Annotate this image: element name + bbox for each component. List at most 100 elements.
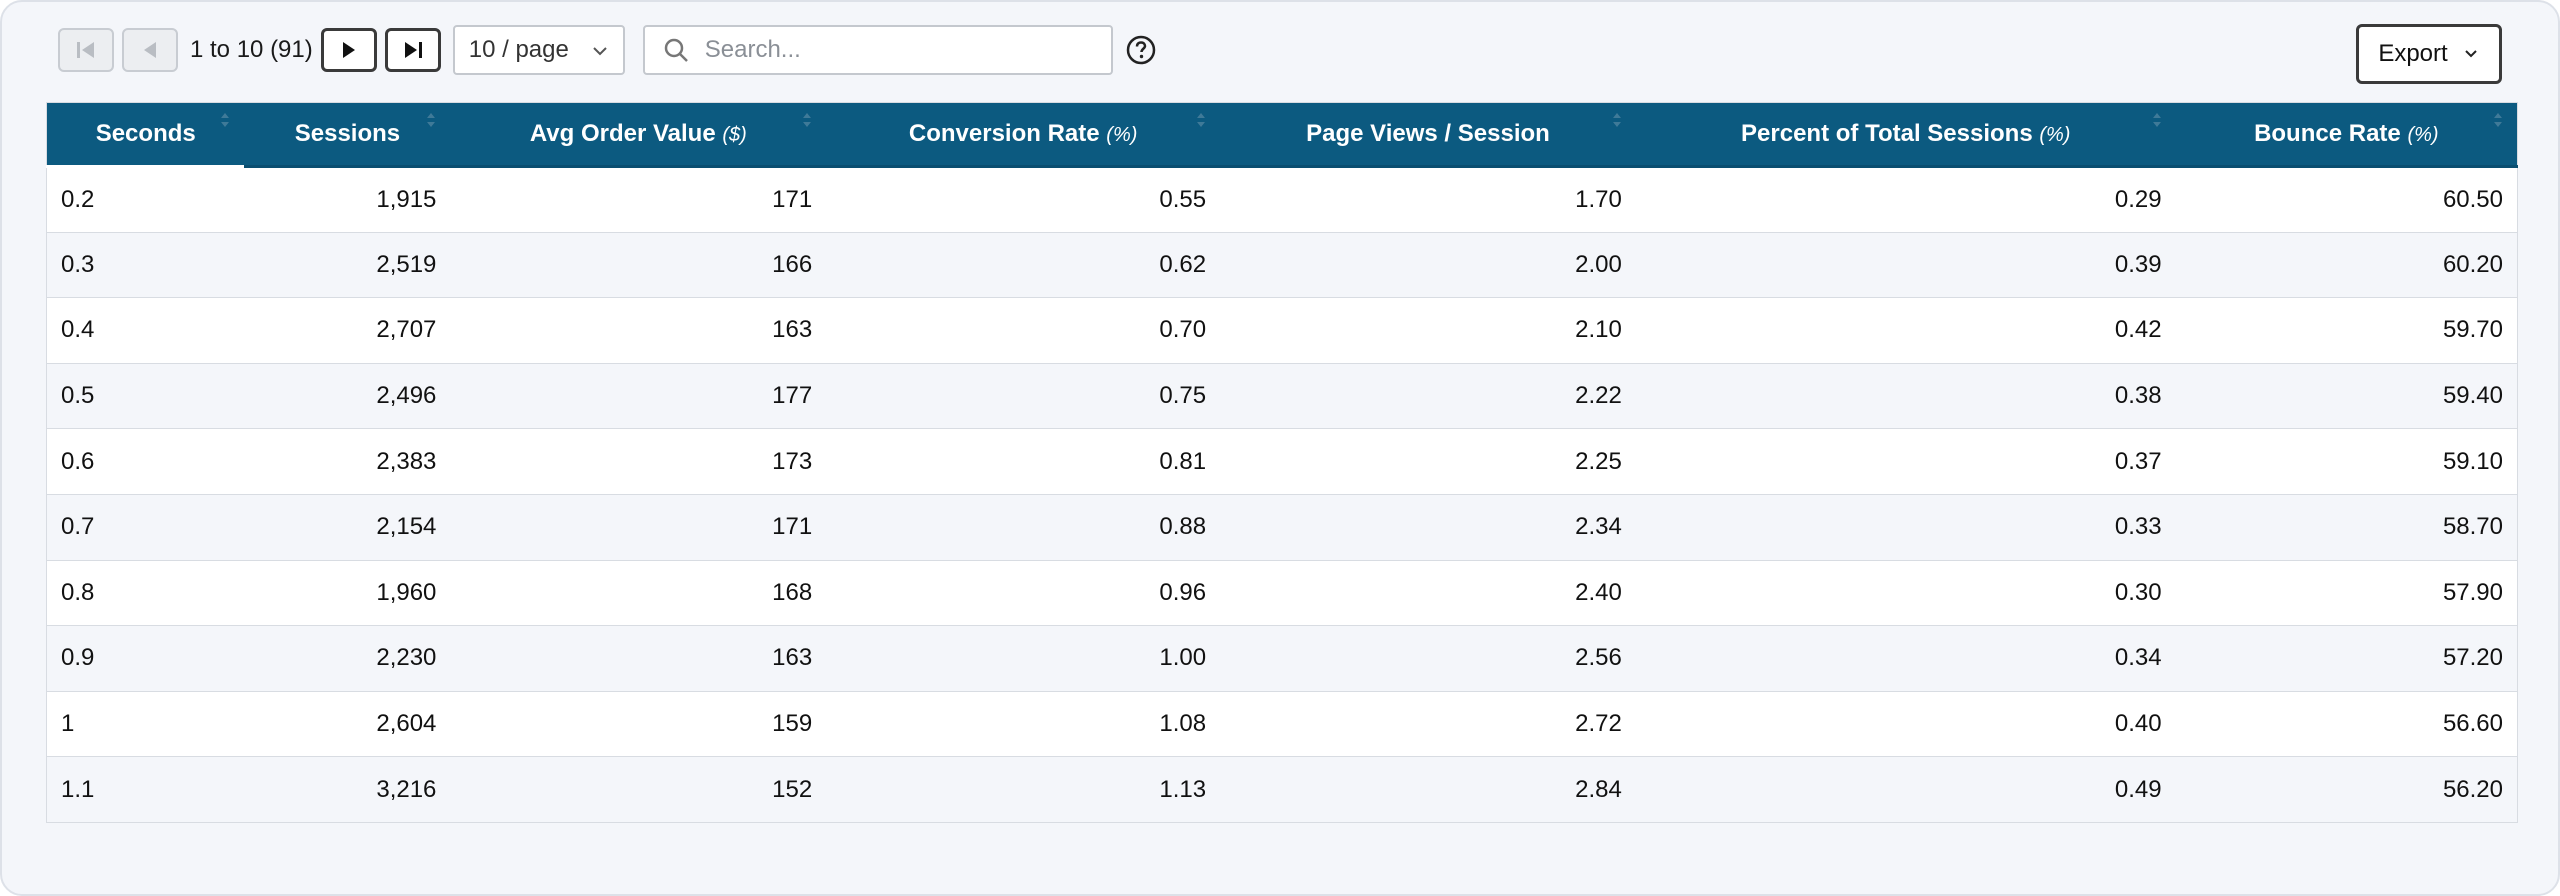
prev-page-icon (144, 42, 156, 58)
table-cell: 2.10 (1220, 297, 1636, 364)
table-cell: 0.33 (1635, 494, 2176, 561)
table-cell: 0.96 (826, 560, 1221, 627)
table-cell: 1,960 (244, 560, 451, 627)
table-cell: 0.49 (1635, 756, 2176, 823)
search-icon (664, 38, 688, 62)
table-cell: 3,216 (244, 756, 451, 823)
column-header-avg-order-value[interactable]: Avg Order Value ($) (450, 102, 827, 168)
table-cell: 60.50 (2175, 166, 2518, 233)
sort-arrows-icon[interactable] (2493, 113, 2503, 127)
table-cell: 1,915 (244, 166, 451, 233)
table-cell: 59.70 (2175, 297, 2518, 364)
table-cell: 0.39 (1635, 232, 2176, 299)
table-cell: 159 (450, 691, 827, 758)
sort-arrows-icon[interactable] (1196, 113, 1206, 127)
help-circle-icon[interactable] (1125, 34, 1157, 66)
table-row[interactable]: 0.7 2,154 171 0.88 2.34 0.33 58.70 (46, 494, 2518, 561)
table-cell: 1.08 (826, 691, 1221, 758)
table-row[interactable]: 1 2,604 159 1.08 2.72 0.40 56.60 (46, 691, 2518, 758)
table-cell: 59.40 (2175, 363, 2518, 430)
table-cell: 58.70 (2175, 494, 2518, 561)
table-cell: 2,604 (244, 691, 451, 758)
table-row[interactable]: 0.2 1,915 171 0.55 1.70 0.29 60.50 (46, 166, 2518, 233)
table-cell: 177 (450, 363, 827, 430)
table-row[interactable]: 0.9 2,230 163 1.00 2.56 0.34 57.20 (46, 625, 2518, 692)
table-cell: 2,154 (244, 494, 451, 561)
last-page-button[interactable] (384, 28, 441, 72)
table-cell: 1.13 (826, 756, 1221, 823)
table-cell: 0.42 (1635, 297, 2176, 364)
sort-arrows-icon[interactable] (426, 113, 436, 127)
sort-arrows-icon[interactable] (802, 113, 812, 127)
column-header-seconds[interactable]: Seconds (46, 102, 245, 168)
first-page-button[interactable] (58, 28, 114, 72)
chevron-down-icon (2464, 50, 2477, 58)
table-row[interactable]: 0.6 2,383 173 0.81 2.25 0.37 59.10 (46, 428, 2518, 495)
table-cell: 152 (450, 756, 827, 823)
table-cell: 56.20 (2175, 756, 2518, 823)
table-header-row: Seconds Sessions Avg Order Value ($) Con… (46, 102, 2518, 168)
table-cell: 2,383 (244, 428, 451, 495)
table-cell: 0.8 (46, 560, 245, 627)
next-page-button[interactable] (320, 28, 377, 72)
last-page-icon (404, 42, 422, 58)
table-cell: 2.84 (1220, 756, 1636, 823)
table-cell: 2,519 (244, 232, 451, 299)
table-cell: 1.1 (46, 756, 245, 823)
table-row[interactable]: 0.4 2,707 163 0.70 2.10 0.42 59.70 (46, 297, 2518, 364)
column-header-percent-total-sessions[interactable]: Percent of Total Sessions (%) (1635, 102, 2176, 168)
table-cell: 0.4 (46, 297, 245, 364)
pagination-range: 1 to 10 (91) (190, 36, 313, 63)
table-cell: 0.75 (826, 363, 1221, 430)
table-cell: 0.29 (1635, 166, 2176, 233)
table-row[interactable]: 1.1 3,216 152 1.13 2.84 0.49 56.20 (46, 756, 2518, 823)
column-header-page-views-per-session[interactable]: Page Views / Session (1220, 102, 1636, 168)
table-cell: 0.81 (826, 428, 1221, 495)
table-cell: 2.72 (1220, 691, 1636, 758)
sort-arrows-icon[interactable] (1612, 113, 1622, 127)
table-cell: 2.40 (1220, 560, 1636, 627)
sort-arrows-icon[interactable] (220, 113, 230, 127)
table-cell: 0.40 (1635, 691, 2176, 758)
table-cell: 59.10 (2175, 428, 2518, 495)
table-cell: 0.55 (826, 166, 1221, 233)
table-row[interactable]: 0.5 2,496 177 0.75 2.22 0.38 59.40 (46, 363, 2518, 430)
table-row[interactable]: 0.8 1,960 168 0.96 2.40 0.30 57.90 (46, 560, 2518, 627)
pagination-toolbar: 1 to 10 (91) 10 / page (58, 24, 1157, 76)
table-cell: 1.00 (826, 625, 1221, 692)
table-cell: 57.90 (2175, 560, 2518, 627)
sort-arrows-icon[interactable] (2152, 113, 2162, 127)
table-cell: 171 (450, 166, 827, 233)
chevron-down-icon (593, 47, 607, 56)
table-cell: 0.7 (46, 494, 245, 561)
table-cell: 57.20 (2175, 625, 2518, 692)
column-header-conversion-rate[interactable]: Conversion Rate (%) (826, 102, 1221, 168)
table-cell: 0.2 (46, 166, 245, 233)
page-size-select[interactable]: 10 / page (452, 25, 625, 75)
export-button[interactable]: Export (2356, 24, 2502, 84)
table-cell: 163 (450, 625, 827, 692)
table-cell: 166 (450, 232, 827, 299)
table-cell: 2.25 (1220, 428, 1636, 495)
search-box[interactable] (642, 25, 1113, 75)
table-cell: 0.70 (826, 297, 1221, 364)
data-table: Seconds Sessions Avg Order Value ($) Con… (46, 102, 2518, 823)
table-cell: 0.3 (46, 232, 245, 299)
table-cell: 0.30 (1635, 560, 2176, 627)
page-size-value: 10 / page (468, 36, 569, 63)
prev-page-button[interactable] (122, 28, 178, 72)
table-cell: 0.62 (826, 232, 1221, 299)
table-cell: 0.88 (826, 494, 1221, 561)
first-page-icon (77, 42, 94, 58)
column-header-bounce-rate[interactable]: Bounce Rate (%) (2175, 102, 2518, 168)
export-label: Export (2378, 40, 2448, 67)
table-cell: 2.56 (1220, 625, 1636, 692)
table-cell: 0.9 (46, 625, 245, 692)
column-header-sessions[interactable]: Sessions (244, 102, 451, 168)
table-cell: 1.70 (1220, 166, 1636, 233)
table-cell: 173 (450, 428, 827, 495)
table-cell: 2.34 (1220, 494, 1636, 561)
search-input[interactable] (702, 35, 1083, 65)
next-page-icon (342, 42, 355, 58)
table-row[interactable]: 0.3 2,519 166 0.62 2.00 0.39 60.20 (46, 232, 2518, 299)
